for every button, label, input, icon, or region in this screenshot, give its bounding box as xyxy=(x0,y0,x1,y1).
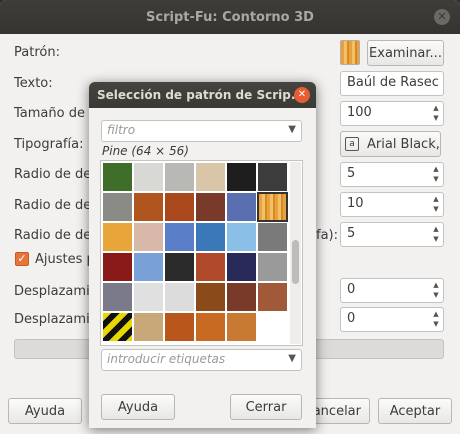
adjustments-checkbox[interactable]: ✓ xyxy=(15,252,29,266)
pattern-thumbnail[interactable] xyxy=(226,192,257,222)
pattern-thumbnail[interactable] xyxy=(257,282,288,312)
spin-arrows-icon[interactable]: ▲ ▼ xyxy=(431,309,441,329)
offset-1-value: 0 xyxy=(347,282,356,297)
label-adjustments: Ajustes p xyxy=(35,252,95,267)
font-icon: a xyxy=(345,137,359,151)
pattern-thumbnail[interactable] xyxy=(226,252,257,282)
pattern-thumbnail[interactable] xyxy=(133,222,164,252)
pattern-thumbnail[interactable] xyxy=(257,312,288,342)
pattern-thumbnail[interactable] xyxy=(164,282,195,312)
pattern-thumbnail[interactable] xyxy=(102,222,133,252)
browse-button[interactable]: Examinar... xyxy=(367,40,444,66)
pattern-thumbnail[interactable] xyxy=(226,222,257,252)
pattern-name: Pine (64 × 56) xyxy=(102,144,189,158)
filter-input[interactable]: filtro ▼ xyxy=(101,120,302,142)
pattern-thumbnail[interactable] xyxy=(195,282,226,312)
pattern-thumbnail[interactable] xyxy=(164,162,195,192)
pattern-scrollbar[interactable] xyxy=(290,162,301,344)
pattern-preview[interactable] xyxy=(340,40,360,65)
radius-2-value: 10 xyxy=(347,196,364,211)
title-bar: Script-Fu: Contorno 3D ✕ xyxy=(0,0,460,34)
font-size-value: 100 xyxy=(347,105,372,120)
pattern-thumbnail[interactable] xyxy=(257,222,288,252)
pattern-thumbnail[interactable] xyxy=(226,162,257,192)
pattern-thumbnail[interactable] xyxy=(102,192,133,222)
scrollbar-thumb[interactable] xyxy=(292,240,299,284)
window-title: Script-Fu: Contorno 3D xyxy=(146,9,314,25)
close-icon[interactable]: ✕ xyxy=(294,87,310,103)
radius-1-value: 5 xyxy=(347,166,356,181)
popup-title: Selección de patrón de Scrip... xyxy=(97,88,305,102)
pattern-thumbnail[interactable] xyxy=(195,222,226,252)
pattern-thumbnail[interactable] xyxy=(195,192,226,222)
offset-2-value: 0 xyxy=(347,311,356,326)
spin-arrows-icon[interactable]: ▲ ▼ xyxy=(431,280,441,300)
pattern-thumbnail[interactable] xyxy=(195,312,226,342)
filter-placeholder: filtro xyxy=(107,123,136,137)
pattern-thumbnail[interactable] xyxy=(195,252,226,282)
offset-1-spin[interactable]: 0 ▲ ▼ xyxy=(340,278,444,303)
font-button[interactable]: a Arial Black, xyxy=(340,131,441,157)
radius-3-spin[interactable]: 5 ▲ ▼ xyxy=(340,222,444,247)
spin-arrows-icon[interactable]: ▲ ▼ xyxy=(431,103,441,123)
chevron-down-icon[interactable]: ▼ xyxy=(288,124,296,135)
pattern-thumbnail[interactable] xyxy=(133,192,164,222)
pattern-thumbnail[interactable] xyxy=(164,192,195,222)
label-pattern: Patrón: xyxy=(14,45,60,60)
pattern-thumbnail[interactable] xyxy=(195,162,226,192)
pattern-thumbnail[interactable] xyxy=(133,282,164,312)
pattern-thumbnail[interactable] xyxy=(257,192,288,222)
label-font-size: Tamaño de la xyxy=(14,106,101,121)
radius-3-value: 5 xyxy=(347,226,356,241)
spin-arrows-icon[interactable]: ▲ ▼ xyxy=(431,164,441,184)
pattern-thumbnail[interactable] xyxy=(133,162,164,192)
label-offset-2: Desplazamie xyxy=(14,312,98,327)
popup-close-button[interactable]: Cerrar xyxy=(230,394,302,420)
popup-help-button[interactable]: Ayuda xyxy=(101,394,175,420)
pattern-thumbnail[interactable] xyxy=(226,312,257,342)
spin-arrows-icon[interactable]: ▲ ▼ xyxy=(431,224,441,244)
pattern-select-dialog: Selección de patrón de Scrip... ✕ filtro… xyxy=(89,82,316,428)
tags-input[interactable]: introducir etiquetas ▼ xyxy=(101,349,302,371)
chevron-down-icon[interactable]: ▼ xyxy=(288,353,296,364)
pattern-thumbnail[interactable] xyxy=(257,252,288,282)
pattern-thumbnail[interactable] xyxy=(164,252,195,282)
label-radius-2: Radio de des xyxy=(14,198,99,213)
radius-1-spin[interactable]: 5 ▲ ▼ xyxy=(340,162,444,187)
pattern-thumbnail[interactable] xyxy=(257,162,288,192)
label-radius-1: Radio de des xyxy=(14,167,99,182)
pattern-thumbnail[interactable] xyxy=(102,162,133,192)
pattern-thumbnail[interactable] xyxy=(164,312,195,342)
popup-title-bar: Selección de patrón de Scrip... ✕ xyxy=(89,82,316,108)
pattern-thumbnail[interactable] xyxy=(226,282,257,312)
pattern-thumbnail[interactable] xyxy=(133,312,164,342)
label-font: Tipografía: xyxy=(14,137,84,152)
font-size-spin[interactable]: 100 ▲ ▼ xyxy=(340,101,444,126)
label-text: Texto: xyxy=(14,76,53,91)
pattern-grid xyxy=(102,162,289,344)
spin-arrows-icon[interactable]: ▲ ▼ xyxy=(431,194,441,214)
help-button[interactable]: Ayuda xyxy=(8,398,82,424)
label-radius-3: Radio de des xyxy=(14,228,99,243)
offset-2-spin[interactable]: 0 ▲ ▼ xyxy=(340,307,444,332)
label-offset-1: Desplazamie xyxy=(14,284,98,299)
pattern-thumbnail[interactable] xyxy=(102,312,133,342)
font-button-label: Arial Black, xyxy=(367,136,440,152)
pattern-grid-frame xyxy=(100,160,303,346)
pattern-thumbnail[interactable] xyxy=(102,252,133,282)
label-radius-3-suffix: fa): xyxy=(316,228,338,243)
pattern-thumbnail[interactable] xyxy=(102,282,133,312)
pattern-thumbnail[interactable] xyxy=(133,252,164,282)
radius-2-spin[interactable]: 10 ▲ ▼ xyxy=(340,192,444,217)
tags-placeholder: introducir etiquetas xyxy=(107,352,226,366)
accept-button[interactable]: Aceptar xyxy=(378,398,452,424)
close-icon[interactable]: ✕ xyxy=(434,9,450,25)
pattern-thumbnail[interactable] xyxy=(164,222,195,252)
text-input[interactable]: Baúl de Rasec xyxy=(340,71,444,96)
